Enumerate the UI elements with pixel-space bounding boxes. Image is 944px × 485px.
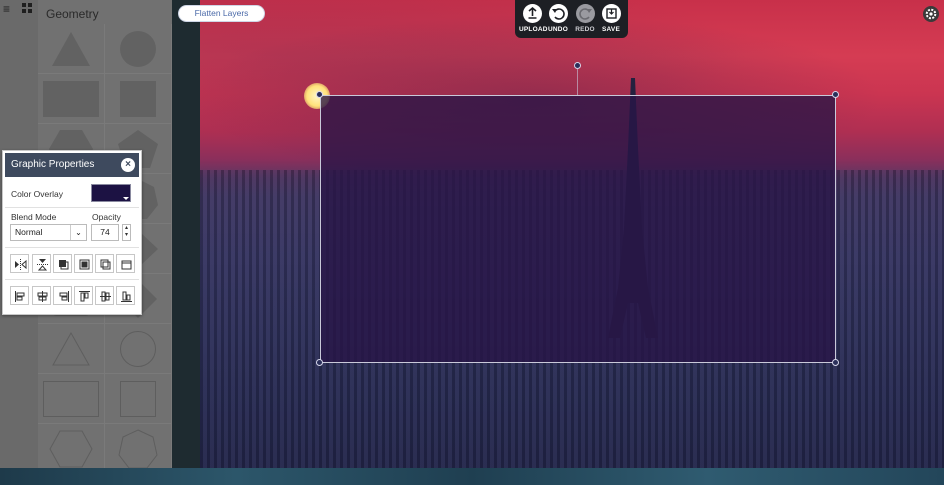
graphic-properties-panel: Graphic Properties × Color Overlay Blend… — [2, 150, 142, 315]
gear-icon — [925, 8, 937, 20]
shape-circle-filled[interactable] — [105, 24, 172, 74]
align-center-icon — [37, 291, 48, 302]
shape-triangle-outline[interactable] — [38, 324, 105, 374]
bring-forward-icon — [59, 260, 69, 270]
align-left-button[interactable] — [10, 286, 29, 305]
divider — [5, 207, 139, 208]
divider — [5, 247, 139, 248]
shape-rectangle-outline[interactable] — [38, 374, 105, 424]
send-backward-button[interactable] — [95, 254, 114, 273]
bottom-strip — [0, 468, 944, 485]
bring-forward-button[interactable] — [53, 254, 72, 273]
align-middle-icon — [100, 291, 111, 302]
caret-down-icon — [123, 197, 129, 200]
rotate-connector — [577, 69, 578, 95]
upload-button[interactable]: UPLOAD — [519, 4, 547, 33]
send-to-back-button[interactable] — [116, 254, 135, 273]
settings-button[interactable] — [923, 6, 939, 22]
rectangle-outline-shape-icon — [43, 380, 99, 417]
save-button[interactable]: SAVE — [598, 4, 624, 33]
triangle-shape-icon — [52, 31, 90, 66]
align-bottom-button[interactable] — [116, 286, 135, 305]
grid-icon[interactable] — [22, 3, 34, 15]
opacity-label: Opacity — [92, 212, 121, 222]
shape-rectangle-filled[interactable] — [38, 74, 105, 124]
blend-mode-label: Blend Mode — [11, 212, 57, 222]
align-right-button[interactable] — [53, 286, 72, 305]
shape-triangle-filled[interactable] — [38, 24, 105, 74]
flip-horizontal-button[interactable] — [10, 254, 29, 273]
close-button[interactable]: × — [121, 158, 135, 172]
shape-circle-outline[interactable] — [105, 324, 172, 374]
shape-hexagon-outline[interactable] — [38, 424, 105, 468]
undo-icon — [548, 4, 568, 23]
align-center-button[interactable] — [32, 286, 51, 305]
circle-shape-icon — [120, 30, 156, 67]
top-toolbar: UPLOAD UNDO REDO SAVE — [515, 0, 628, 38]
opacity-input[interactable]: 74 — [91, 224, 119, 241]
save-icon — [601, 4, 621, 23]
bring-to-front-icon — [79, 259, 90, 270]
hexagon-outline-shape-icon — [49, 430, 93, 467]
align-bottom-icon — [121, 291, 132, 302]
align-top-icon — [79, 291, 90, 302]
panel-title: Geometry — [46, 7, 99, 21]
panel-header: Graphic Properties × — [5, 153, 139, 177]
align-middle-button[interactable] — [95, 286, 114, 305]
shape-heptagon-outline[interactable] — [105, 424, 172, 468]
close-icon: × — [125, 159, 131, 170]
resize-handle-top-right[interactable] — [832, 91, 839, 98]
send-backward-icon — [100, 259, 111, 270]
shape-square-filled[interactable] — [105, 74, 172, 124]
color-overlay-swatch[interactable] — [91, 184, 131, 202]
align-right-icon — [59, 291, 69, 302]
square-shape-icon — [120, 80, 156, 117]
undo-button[interactable]: UNDO — [545, 4, 571, 33]
hamburger-menu-icon[interactable]: ≡ — [3, 3, 15, 15]
rotate-handle[interactable] — [574, 62, 581, 69]
opacity-stepper[interactable]: ▴ ▾ — [122, 224, 131, 241]
align-left-icon — [15, 291, 25, 302]
flip-vertical-icon — [37, 259, 48, 271]
redo-button[interactable]: REDO — [572, 4, 598, 33]
bring-to-front-button[interactable] — [74, 254, 93, 273]
blend-mode-value: Normal — [15, 227, 43, 237]
selected-color-overlay[interactable] — [320, 95, 836, 363]
chevron-down-icon: ⌄ — [70, 225, 86, 240]
panel-title: Graphic Properties — [11, 159, 95, 170]
panel-divider — [172, 0, 200, 468]
send-to-back-icon — [121, 260, 132, 270]
heptagon-outline-shape-icon — [118, 428, 158, 468]
triangle-outline-shape-icon — [52, 331, 90, 365]
circle-outline-shape-icon — [120, 330, 156, 367]
flatten-layers-button[interactable]: Flatten Layers — [178, 5, 265, 22]
blend-mode-select[interactable]: Normal ⌄ — [10, 224, 87, 241]
square-outline-shape-icon — [120, 380, 156, 417]
divider — [5, 279, 139, 280]
resize-handle-top-left[interactable] — [316, 91, 323, 98]
resize-handle-bottom-left[interactable] — [316, 359, 323, 366]
rectangle-shape-icon — [43, 80, 99, 117]
flip-horizontal-icon — [15, 259, 27, 270]
align-top-button[interactable] — [74, 286, 93, 305]
upload-icon — [522, 4, 542, 23]
color-overlay-label: Color Overlay — [11, 189, 63, 199]
resize-handle-bottom-right[interactable] — [832, 359, 839, 366]
redo-icon — [575, 4, 595, 23]
shape-square-outline[interactable] — [105, 374, 172, 424]
flip-vertical-button[interactable] — [32, 254, 51, 273]
